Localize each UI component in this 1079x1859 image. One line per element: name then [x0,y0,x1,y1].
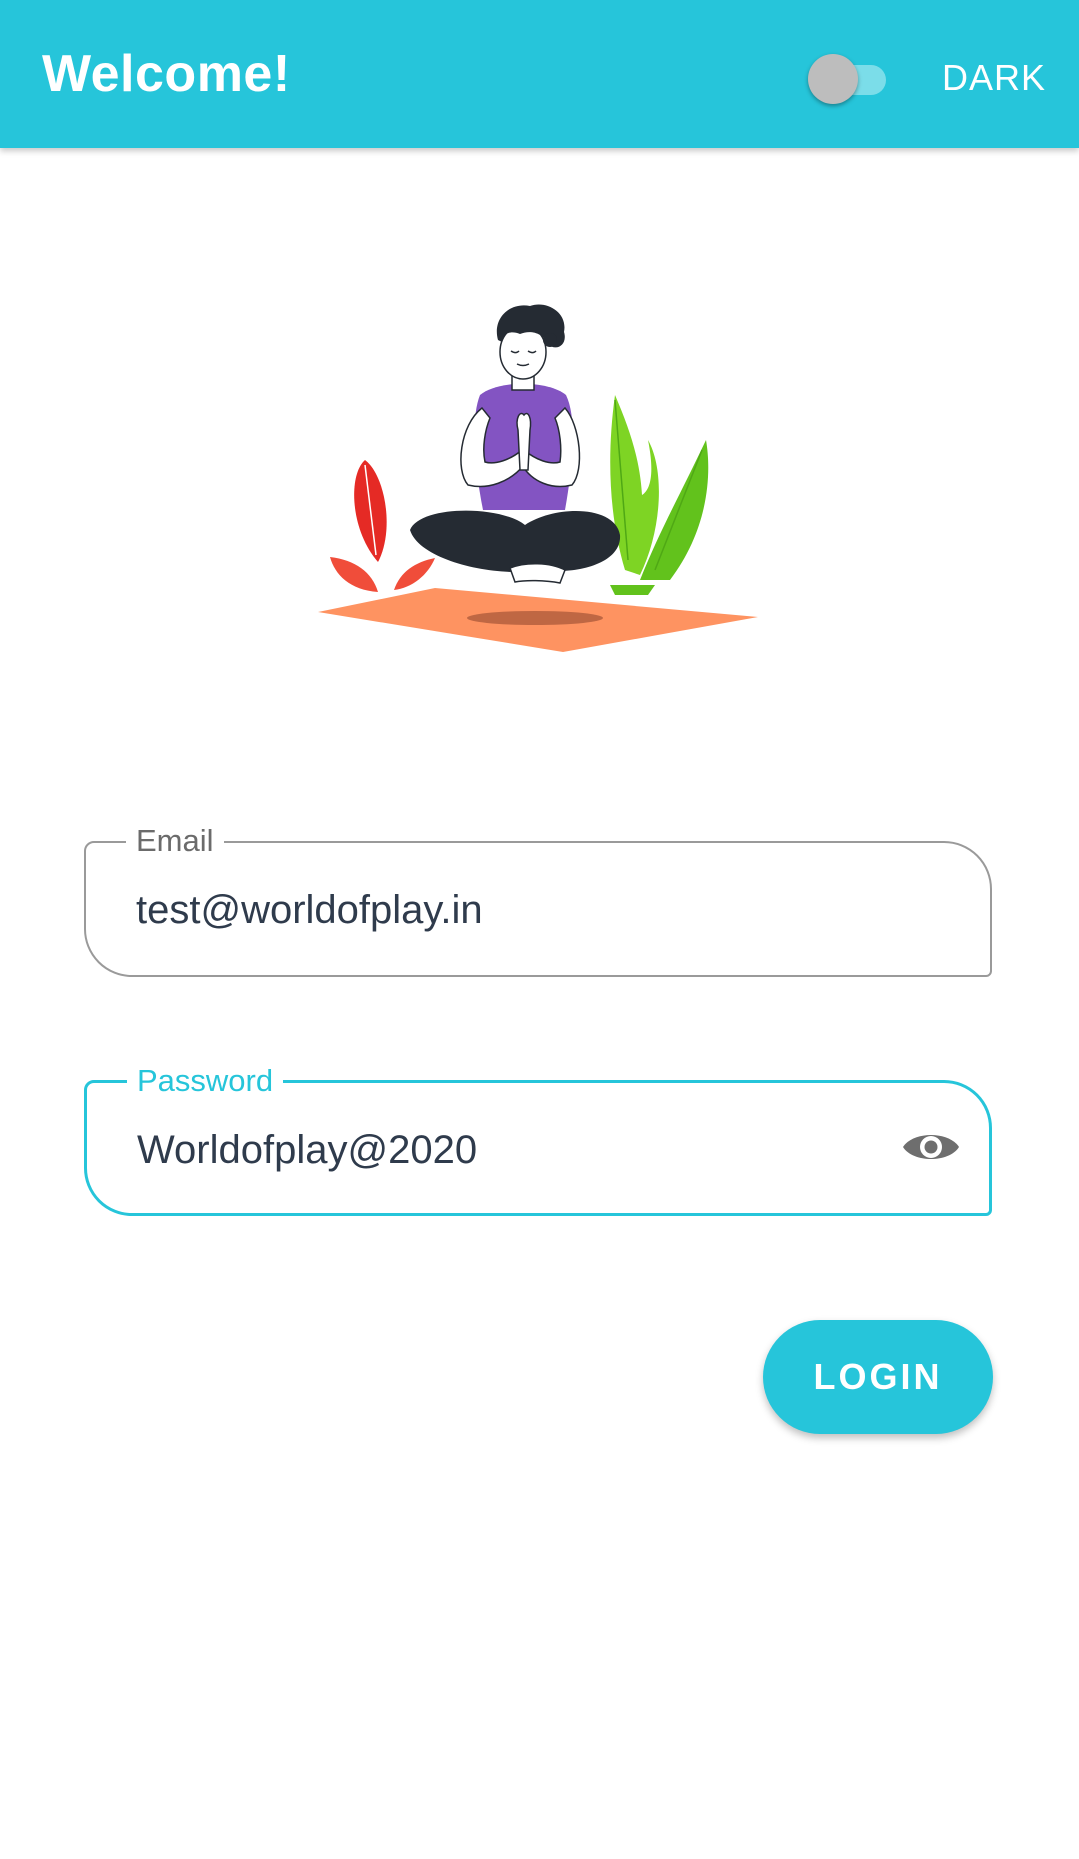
email-input[interactable]: test@worldofplay.in [136,887,483,933]
dark-mode-label: DARK [942,57,1047,98]
meditation-illustration [310,300,770,660]
password-label: Password [127,1063,284,1099]
password-input[interactable]: Worldofplay@2020 [137,1127,477,1173]
email-label: Email [126,823,224,859]
toggle-thumb [808,54,858,104]
dark-mode-toggle[interactable] [808,54,892,104]
email-field[interactable]: Email test@worldofplay.in [84,823,992,977]
password-field[interactable]: Password Worldofplay@2020 [84,1063,992,1216]
eye-icon[interactable] [901,1123,961,1171]
app-bar: Welcome! DARK [0,0,1079,148]
login-button[interactable]: LOGIN [763,1320,993,1434]
app-title: Welcome! [42,45,291,103]
